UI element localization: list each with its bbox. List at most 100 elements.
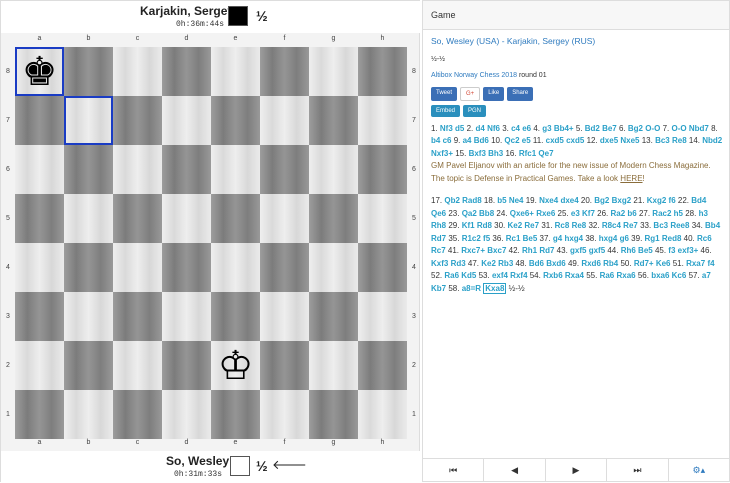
move[interactable]: Bc3	[655, 136, 672, 145]
square-f7[interactable]	[260, 96, 309, 145]
move[interactable]: Kxf3	[431, 259, 451, 268]
square-g8[interactable]	[309, 47, 358, 96]
move[interactable]: Kf7	[582, 209, 597, 218]
move[interactable]: Be5	[638, 246, 655, 255]
move[interactable]: O-O	[645, 124, 662, 133]
move[interactable]: Bc3	[653, 221, 670, 230]
square-b4[interactable]	[64, 243, 113, 292]
move[interactable]: Nxf3+	[431, 149, 455, 158]
square-d1[interactable]	[162, 390, 211, 439]
move[interactable]: Rxa7	[686, 259, 707, 268]
move[interactable]: Bd6	[529, 259, 546, 268]
move[interactable]: a8=R	[462, 284, 484, 293]
move[interactable]: Qxe6+	[510, 209, 536, 218]
move[interactable]: Rh8	[431, 221, 448, 230]
square-e1[interactable]	[211, 390, 260, 439]
move[interactable]: hxg4	[599, 234, 620, 243]
move[interactable]: Nxe5	[620, 136, 641, 145]
pgn-button[interactable]: PGN	[463, 104, 487, 117]
move[interactable]: dxe4	[560, 196, 580, 205]
square-e2[interactable]: ♔	[211, 341, 260, 390]
move[interactable]: Rb3	[498, 259, 515, 268]
move[interactable]: exf4	[492, 271, 510, 280]
square-c6[interactable]	[113, 145, 162, 194]
square-h8[interactable]	[358, 47, 407, 96]
move[interactable]: R8c4	[602, 221, 623, 230]
share-button[interactable]: Share	[507, 86, 534, 101]
move[interactable]: g6	[620, 234, 632, 243]
move[interactable]: Re8	[672, 136, 689, 145]
square-b8[interactable]	[64, 47, 113, 96]
move[interactable]: Rxf4	[510, 271, 530, 280]
move[interactable]: Bg2	[594, 196, 611, 205]
move[interactable]: bxa6	[651, 271, 671, 280]
move[interactable]: Rh6	[621, 246, 638, 255]
square-g7[interactable]	[309, 96, 358, 145]
move[interactable]: Rac2	[652, 209, 673, 218]
game-title-link[interactable]: So, Wesley (USA) - Karjakin, Sergey (RUS…	[431, 35, 723, 48]
move[interactable]: Bd4	[691, 196, 706, 205]
tweet-button[interactable]: Tweet	[431, 86, 458, 101]
move[interactable]: O-O	[671, 124, 688, 133]
square-f5[interactable]	[260, 194, 309, 243]
move[interactable]: Ra6	[444, 271, 461, 280]
event-link[interactable]: Altibox Norway Chess 2018	[431, 72, 517, 79]
square-h6[interactable]	[358, 145, 407, 194]
move[interactable]: f5	[483, 234, 492, 243]
square-g6[interactable]	[309, 145, 358, 194]
move[interactable]: f4	[707, 259, 714, 268]
square-g3[interactable]	[309, 292, 358, 341]
square-e7[interactable]	[211, 96, 260, 145]
square-g1[interactable]	[309, 390, 358, 439]
move[interactable]: Ke6	[656, 259, 673, 268]
square-d3[interactable]	[162, 292, 211, 341]
move[interactable]: Rh1	[522, 246, 539, 255]
move[interactable]: c6	[443, 136, 454, 145]
move[interactable]: Bd6	[474, 136, 491, 145]
square-b2[interactable]	[64, 341, 113, 390]
move[interactable]: Rb4	[603, 259, 620, 268]
square-a8[interactable]: ♚	[15, 47, 64, 96]
square-f1[interactable]	[260, 390, 309, 439]
square-b6[interactable]	[64, 145, 113, 194]
move[interactable]: dxe5	[600, 136, 620, 145]
move[interactable]: h3	[699, 209, 708, 218]
move[interactable]: d5	[455, 124, 467, 133]
square-c2[interactable]	[113, 341, 162, 390]
move[interactable]: Bxc7	[487, 246, 508, 255]
move[interactable]: Ra6	[600, 271, 617, 280]
like-button[interactable]: Like	[483, 86, 505, 101]
square-e3[interactable]	[211, 292, 260, 341]
move[interactable]: gxf5	[570, 246, 589, 255]
first-move-button[interactable]: ⏮	[423, 459, 485, 481]
move[interactable]: Bxg2	[612, 196, 634, 205]
last-move-button[interactable]: ⏭	[607, 459, 669, 481]
move[interactable]: h5	[674, 209, 686, 218]
square-h2[interactable]	[358, 341, 407, 390]
square-a6[interactable]	[15, 145, 64, 194]
square-d5[interactable]	[162, 194, 211, 243]
square-a3[interactable]	[15, 292, 64, 341]
move[interactable]: Rxd6	[581, 259, 603, 268]
move[interactable]: Rc1	[506, 234, 523, 243]
square-c3[interactable]	[113, 292, 162, 341]
move[interactable]: Rc8	[555, 221, 572, 230]
square-g5[interactable]	[309, 194, 358, 243]
square-g2[interactable]	[309, 341, 358, 390]
square-d4[interactable]	[162, 243, 211, 292]
move[interactable]: R1c2	[462, 234, 483, 243]
move[interactable]: Bxd6	[546, 259, 568, 268]
move[interactable]: c4	[511, 124, 522, 133]
square-h7[interactable]	[358, 96, 407, 145]
move[interactable]: cxd5	[566, 136, 586, 145]
move[interactable]: Qa2	[462, 209, 479, 218]
move[interactable]: Rd7	[431, 234, 448, 243]
move[interactable]: hxg4	[564, 234, 585, 243]
square-g4[interactable]	[309, 243, 358, 292]
prev-move-button[interactable]: ◀	[484, 459, 546, 481]
move[interactable]: Rxb6	[543, 271, 565, 280]
square-b1[interactable]	[64, 390, 113, 439]
move[interactable]: Bg2	[628, 124, 645, 133]
square-e6[interactable]	[211, 145, 260, 194]
move[interactable]: Re8	[572, 221, 589, 230]
